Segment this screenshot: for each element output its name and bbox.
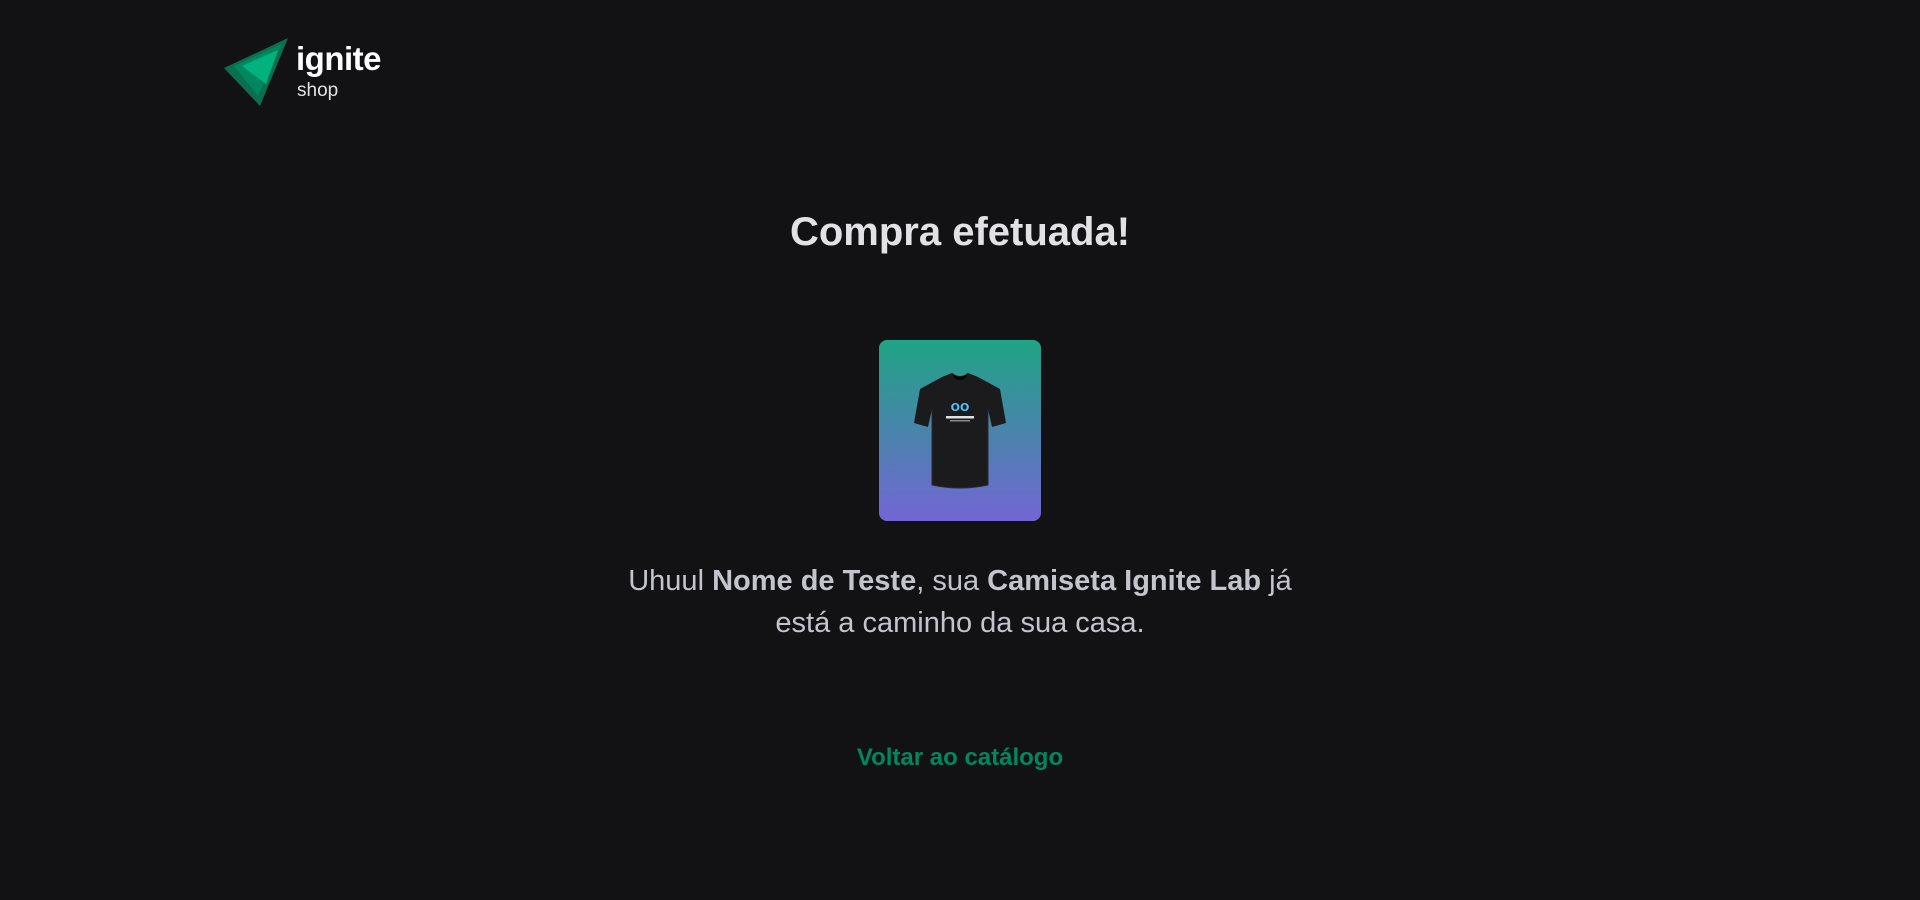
confirmation-message: Uhuul Nome de Teste, sua Camiseta Ignite… xyxy=(600,560,1320,644)
product-name: Camiseta Ignite Lab xyxy=(987,565,1262,597)
success-container: Compra efetuada! OO Uhuul Nome de Teste,… xyxy=(0,0,1920,900)
customer-name: Nome de Teste xyxy=(712,565,917,597)
tshirt-image-icon: OO xyxy=(914,372,1006,488)
message-middle: , sua xyxy=(916,565,988,597)
message-prefix: Uhuul xyxy=(628,565,713,597)
product-image-container: OO xyxy=(879,340,1041,521)
svg-text:OO: OO xyxy=(951,401,970,414)
back-to-catalog-link[interactable]: Voltar ao catálogo xyxy=(0,744,1920,772)
page-title: Compra efetuada! xyxy=(789,210,1131,254)
